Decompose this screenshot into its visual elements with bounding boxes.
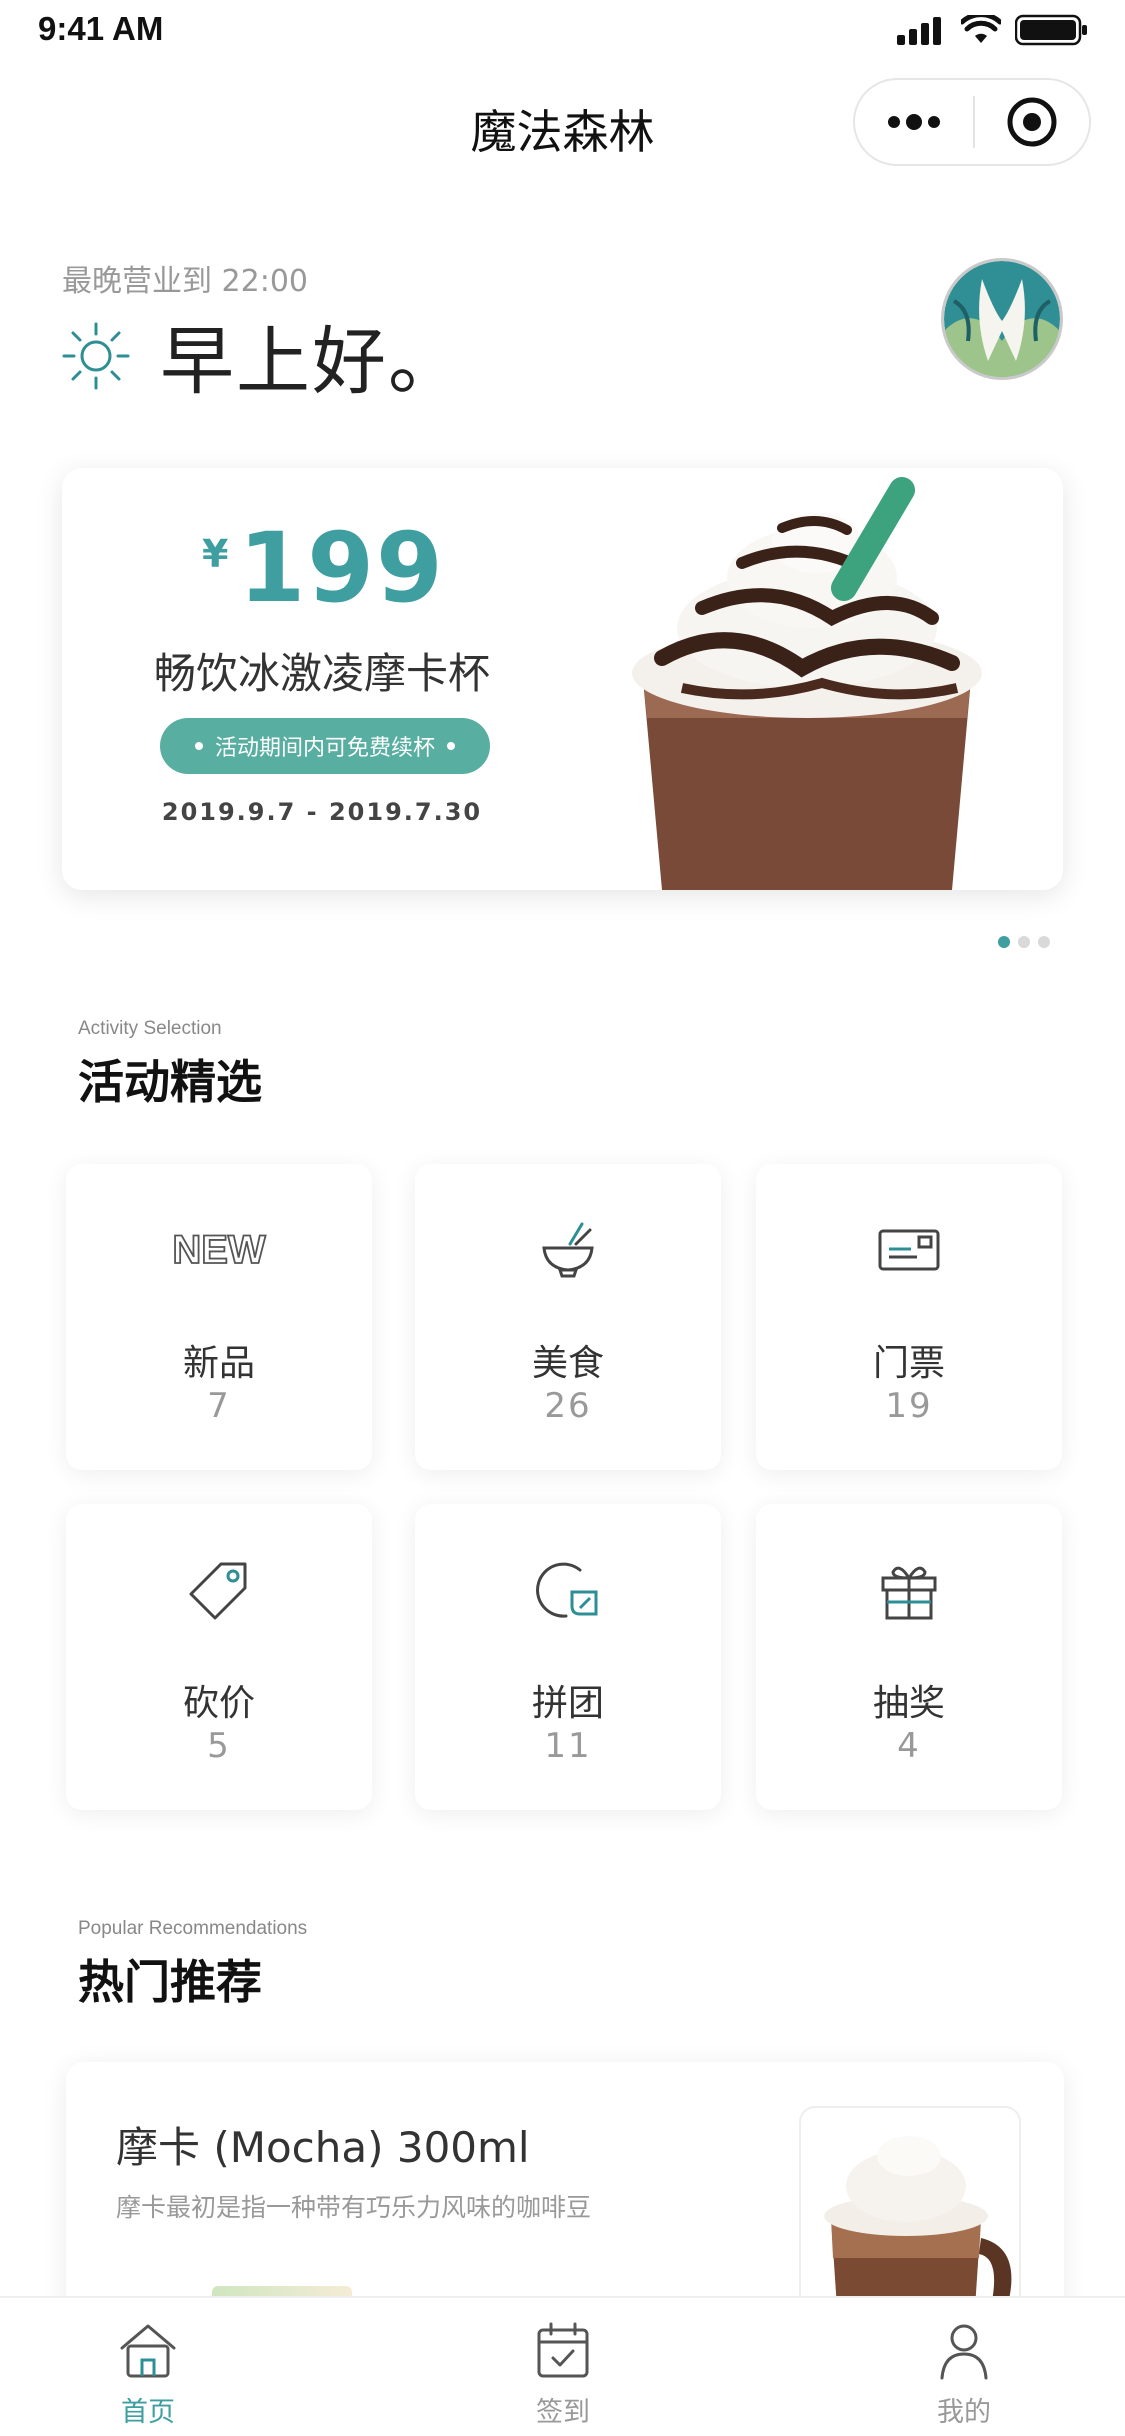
activity-tile-bargain[interactable]: 砍价 5	[66, 1504, 372, 1810]
activity-tile-lottery[interactable]: 抽奖 4	[756, 1504, 1062, 1810]
more-button[interactable]	[855, 80, 973, 164]
activity-title: 活动精选	[78, 1055, 262, 1109]
avatar[interactable]	[941, 258, 1063, 380]
gift-icon	[756, 1560, 1062, 1620]
new-badge-icon: NEW	[66, 1220, 372, 1280]
greeting-row: 早上好。	[60, 302, 464, 409]
svg-text:NEW: NEW	[172, 1230, 266, 1270]
popular-title: 热门推荐	[78, 1955, 262, 2009]
tile-count: 4	[897, 1726, 921, 1766]
banner-pager	[998, 936, 1050, 948]
wifi-icon	[961, 15, 1001, 43]
tab-label: 首页	[121, 2397, 175, 2428]
tile-count: 19	[885, 1386, 933, 1426]
battery-icon	[1015, 14, 1087, 46]
tile-label: 门票	[872, 1343, 945, 1384]
tab-bar: 首页 签到 我的	[0, 2296, 1125, 2436]
tile-count: 7	[207, 1386, 231, 1426]
bullet-dot	[447, 742, 455, 750]
promo-tag: 活动期间内可免费续杯	[160, 718, 490, 774]
tab-home[interactable]: 首页	[78, 2318, 218, 2429]
mini-program-capsule	[853, 78, 1091, 166]
activity-tile-group[interactable]: 拼团 11	[415, 1504, 721, 1810]
promo-banner[interactable]: ¥ 199 畅饮冰激凌摩卡杯 活动期间内可免费续杯 2019.9.7 - 201…	[62, 468, 1063, 890]
activity-subtitle: Activity Selection	[78, 1018, 222, 1039]
status-icons	[897, 14, 1089, 46]
tile-count: 5	[207, 1726, 231, 1766]
popular-subtitle: Popular Recommendations	[78, 1918, 308, 1939]
price-tag-icon	[66, 1560, 372, 1620]
activity-tile-ticket[interactable]: 门票 19	[756, 1164, 1062, 1470]
user-icon	[894, 2318, 1034, 2382]
tile-label: 拼团	[531, 1683, 604, 1724]
tab-profile[interactable]: 我的	[894, 2318, 1034, 2429]
target-close-icon	[1007, 97, 1057, 147]
food-bowl-icon	[415, 1220, 721, 1280]
price-value: 199	[238, 512, 445, 624]
tile-label: 砍价	[182, 1683, 255, 1724]
pager-dot[interactable]	[1018, 936, 1030, 948]
signal-icon	[897, 17, 941, 45]
pager-dot[interactable]	[1038, 936, 1050, 948]
ticket-icon	[756, 1220, 1062, 1280]
promo-tag-text: 活动期间内可免费续杯	[214, 736, 435, 761]
status-time: 9:41 AM	[38, 10, 164, 47]
tile-count: 11	[544, 1726, 592, 1766]
more-dots-icon	[888, 114, 940, 130]
bullet-dot	[194, 742, 203, 750]
activity-tile-food[interactable]: 美食 26	[415, 1164, 721, 1470]
tab-checkin[interactable]: 签到	[493, 2318, 633, 2429]
calendar-check-icon	[493, 2318, 633, 2382]
tab-label: 签到	[536, 2397, 590, 2428]
tile-label: 新品	[182, 1343, 255, 1384]
frappuccino-image	[632, 477, 982, 890]
product-name: 摩卡 (Mocha) 300ml	[116, 2123, 530, 2172]
pager-dot[interactable]	[998, 936, 1010, 948]
promo-title: 畅饮冰激凌摩卡杯	[153, 649, 490, 698]
tile-label: 美食	[531, 1343, 604, 1384]
close-button[interactable]	[975, 80, 1089, 164]
forest-logo-icon	[944, 261, 1060, 377]
tab-label: 我的	[937, 2397, 991, 2428]
group-buy-icon	[415, 1560, 721, 1620]
currency-symbol: ¥	[202, 532, 229, 576]
status-bar: 9:41 AM	[0, 0, 1125, 62]
opening-hours: 最晚营业到 22:00	[62, 264, 308, 299]
tile-label: 抽奖	[872, 1683, 945, 1724]
product-description: 摩卡最初是指一种带有巧乐力风味的咖啡豆	[116, 2193, 592, 2222]
promo-dates: 2019.9.7 - 2019.7.30	[161, 798, 483, 826]
home-icon	[78, 2318, 218, 2382]
promo-price: ¥ 199	[202, 520, 445, 616]
activity-tile-new[interactable]: NEW 新品 7	[66, 1164, 372, 1470]
sun-icon	[62, 322, 130, 389]
greeting-text: 早上好。	[160, 319, 464, 405]
tile-count: 26	[544, 1386, 592, 1426]
